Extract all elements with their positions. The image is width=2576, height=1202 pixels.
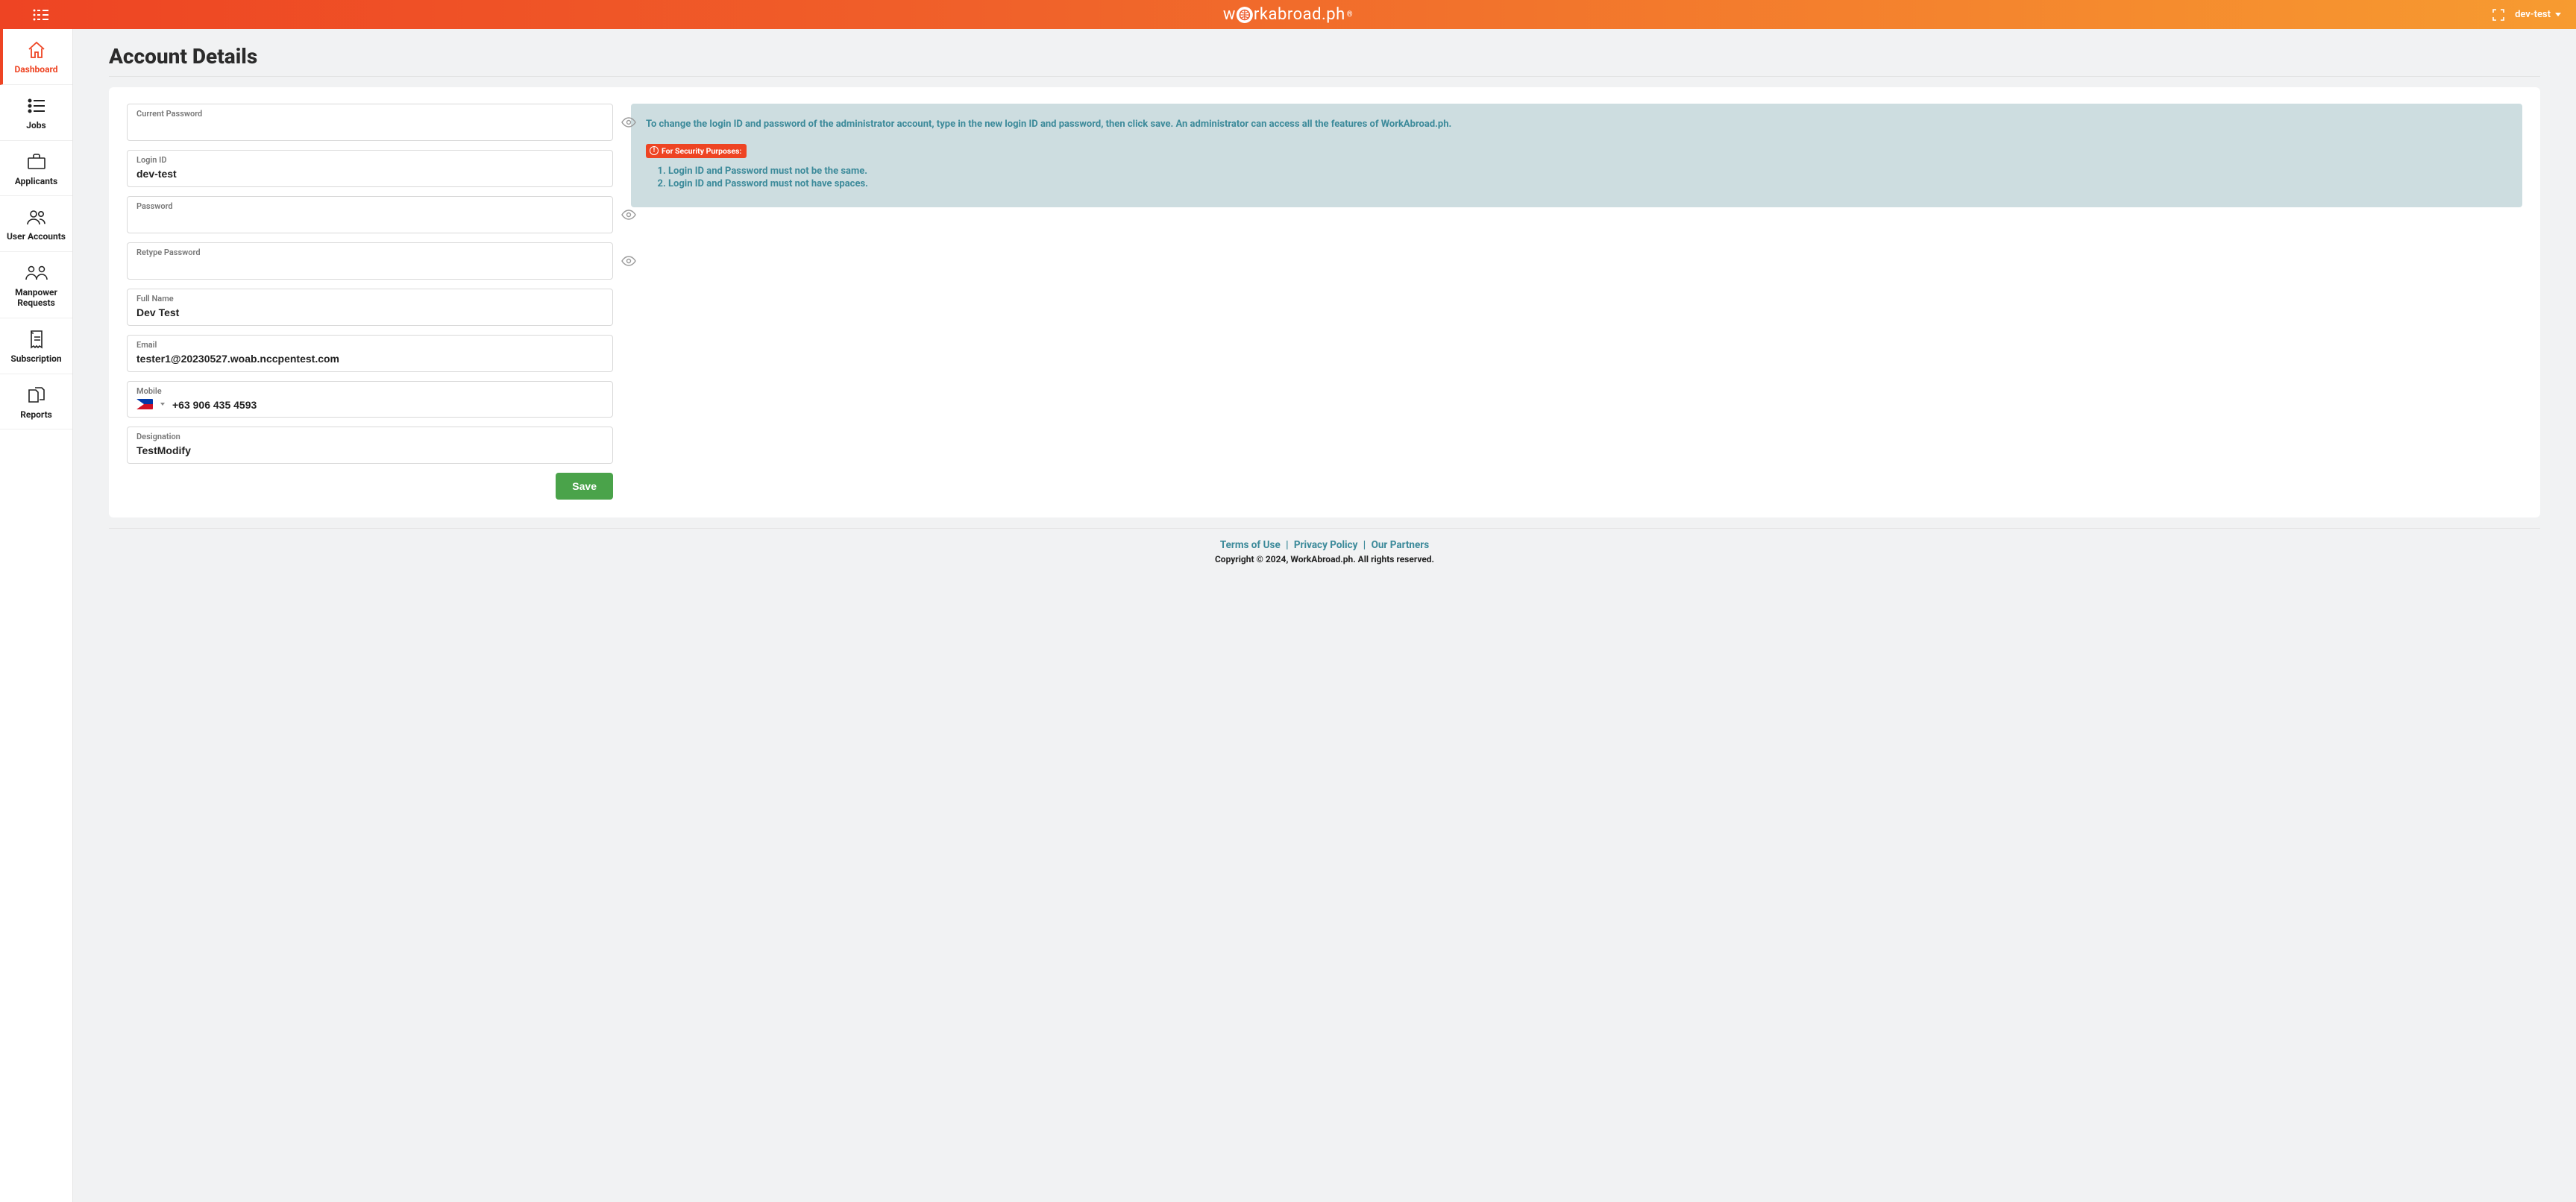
user-label: dev-test bbox=[2515, 9, 2551, 20]
sidebar-item-subscription[interactable]: Subscription bbox=[0, 318, 72, 374]
sidebar-item-user-accounts[interactable]: User Accounts bbox=[0, 196, 72, 252]
designation-input[interactable] bbox=[136, 443, 603, 456]
field-label: Retype Password bbox=[136, 248, 603, 257]
copyright: Copyright © 2024, WorkAbroad.ph. All rig… bbox=[109, 554, 2540, 564]
separator: | bbox=[1283, 539, 1291, 551]
footer-link-partners[interactable]: Our Partners bbox=[1372, 539, 1430, 551]
app-header: w rkabroad.ph ® dev-test bbox=[0, 0, 2576, 29]
field-full-name: Full Name bbox=[127, 289, 613, 326]
sidebar-item-label: Dashboard bbox=[14, 65, 57, 75]
eye-icon[interactable] bbox=[620, 113, 638, 131]
sidebar-item-reports[interactable]: Reports bbox=[0, 374, 72, 430]
globe-icon bbox=[1237, 7, 1253, 23]
current-password-input[interactable] bbox=[136, 120, 603, 133]
receipt-icon bbox=[28, 329, 45, 350]
login-id-input[interactable] bbox=[136, 166, 603, 180]
mobile-input[interactable] bbox=[172, 397, 603, 411]
field-login-id: Login ID bbox=[127, 150, 613, 187]
user-menu[interactable]: dev-test bbox=[2515, 9, 2561, 20]
page-title: Account Details bbox=[109, 44, 2540, 69]
eye-icon[interactable] bbox=[620, 252, 638, 270]
email-input[interactable] bbox=[136, 351, 603, 365]
sidebar-item-applicants[interactable]: Applicants bbox=[0, 141, 72, 197]
security-badge: ! For Security Purposes: bbox=[646, 144, 747, 158]
sidebar-item-label: Manpower Requests bbox=[3, 288, 69, 309]
sidebar-item-label: Applicants bbox=[15, 177, 57, 187]
brand-suffix: rkabroad.ph bbox=[1254, 5, 1345, 24]
documents-icon bbox=[27, 385, 46, 406]
footer-links: Terms of Use | Privacy Policy | Our Part… bbox=[109, 539, 2540, 551]
chevron-down-icon[interactable] bbox=[160, 403, 165, 406]
field-retype-password: Retype Password bbox=[127, 242, 613, 280]
footer-link-terms[interactable]: Terms of Use bbox=[1220, 539, 1281, 551]
full-name-input[interactable] bbox=[136, 305, 603, 318]
divider bbox=[109, 76, 2540, 77]
main-content: Account Details Current Password Login I… bbox=[73, 29, 2576, 1202]
form-column: Current Password Login ID Password bbox=[127, 104, 613, 500]
field-current-password: Current Password bbox=[127, 104, 613, 141]
field-label: Full Name bbox=[136, 294, 603, 303]
password-input[interactable] bbox=[136, 213, 603, 226]
field-mobile: Mobile bbox=[127, 381, 613, 418]
save-button[interactable]: Save bbox=[556, 473, 613, 500]
footer-link-privacy[interactable]: Privacy Policy bbox=[1294, 539, 1358, 551]
field-label: Mobile bbox=[136, 386, 603, 396]
security-badge-text: For Security Purposes: bbox=[662, 146, 741, 156]
sidebar: Dashboard Jobs Applicants User Accounts … bbox=[0, 29, 73, 1202]
brand-logo: w rkabroad.ph ® bbox=[1223, 5, 1353, 24]
sidebar-item-label: Jobs bbox=[26, 121, 45, 131]
brand-prefix: w bbox=[1223, 5, 1236, 24]
retype-password-input[interactable] bbox=[136, 259, 603, 272]
sidebar-item-label: User Accounts bbox=[7, 232, 66, 242]
flag-ph-icon[interactable] bbox=[136, 399, 153, 409]
fullscreen-icon[interactable] bbox=[2492, 9, 2504, 21]
info-column: To change the login ID and password of t… bbox=[631, 104, 2522, 500]
separator: | bbox=[1360, 539, 1369, 551]
field-label: Password bbox=[136, 201, 603, 211]
sidebar-item-label: Subscription bbox=[10, 354, 61, 365]
eye-icon[interactable] bbox=[620, 206, 638, 224]
field-password: Password bbox=[127, 196, 613, 233]
sidebar-item-dashboard[interactable]: Dashboard bbox=[0, 29, 72, 85]
field-label: Login ID bbox=[136, 155, 603, 165]
sidebar-item-label: Reports bbox=[20, 410, 52, 421]
security-rule: Login ID and Password must not have spac… bbox=[668, 178, 2507, 189]
home-icon bbox=[27, 40, 46, 60]
field-label: Designation bbox=[136, 432, 603, 441]
field-designation: Designation bbox=[127, 427, 613, 464]
menu-toggle-icon[interactable] bbox=[33, 9, 49, 21]
field-label: Email bbox=[136, 340, 603, 350]
sidebar-item-manpower[interactable]: Manpower Requests bbox=[0, 252, 72, 318]
sidebar-item-jobs[interactable]: Jobs bbox=[0, 85, 72, 141]
list-icon bbox=[28, 95, 45, 116]
account-card: Current Password Login ID Password bbox=[109, 87, 2540, 517]
users-icon bbox=[25, 207, 48, 227]
info-box: To change the login ID and password of t… bbox=[631, 104, 2522, 207]
footer: Terms of Use | Privacy Policy | Our Part… bbox=[109, 528, 2540, 564]
registered-mark: ® bbox=[1347, 10, 1353, 19]
info-paragraph: To change the login ID and password of t… bbox=[646, 117, 2507, 132]
security-rule: Login ID and Password must not be the sa… bbox=[668, 166, 2507, 177]
security-rules-list: Login ID and Password must not be the sa… bbox=[646, 166, 2507, 189]
field-label: Current Password bbox=[136, 109, 603, 119]
warning-icon: ! bbox=[650, 146, 659, 155]
people-group-icon bbox=[25, 262, 48, 283]
briefcase-icon bbox=[27, 151, 46, 172]
chevron-down-icon bbox=[2555, 13, 2561, 16]
field-email: Email bbox=[127, 335, 613, 372]
